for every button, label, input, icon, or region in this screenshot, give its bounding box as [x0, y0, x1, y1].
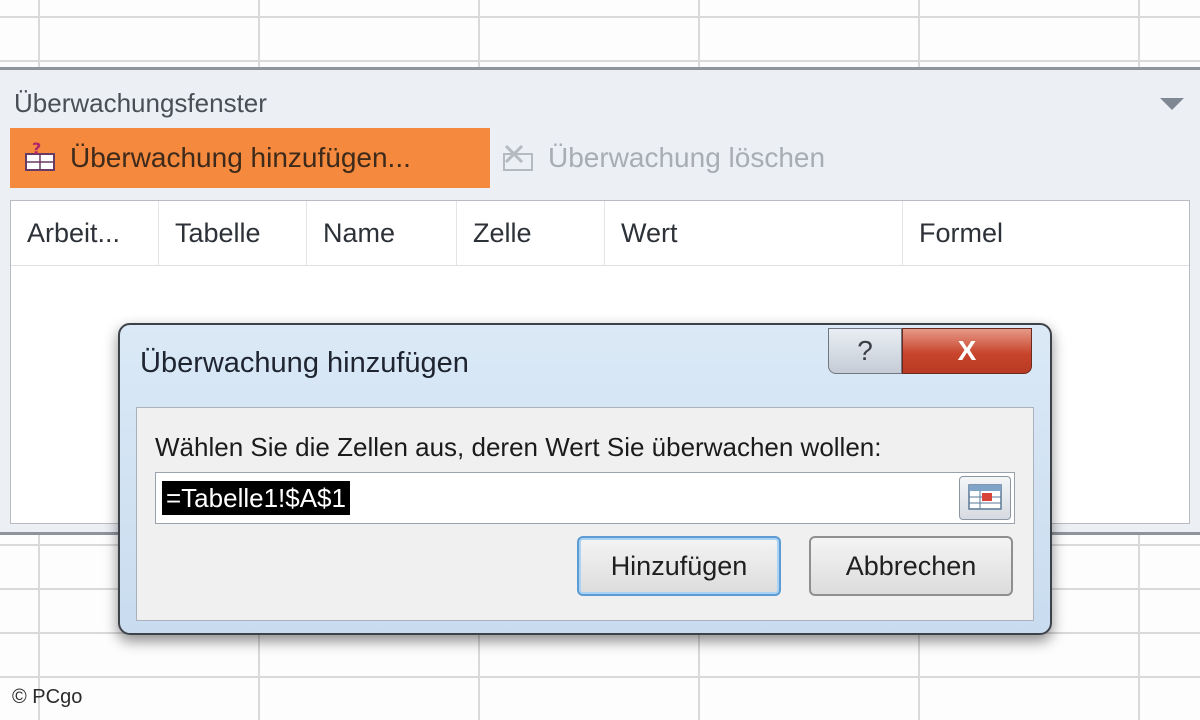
watch-list-header: Arbeit... Tabelle Name Zelle Wert Formel: [11, 201, 1189, 266]
column-header-cell[interactable]: Zelle: [457, 201, 605, 265]
column-header-value[interactable]: Wert: [605, 201, 903, 265]
column-header-sheet[interactable]: Tabelle: [159, 201, 307, 265]
cell-reference-value[interactable]: =Tabelle1!$A$1: [162, 481, 350, 515]
delete-watch-label: Überwachung löschen: [548, 142, 826, 173]
add-watch-button[interactable]: ? Überwachung hinzufügen...: [10, 128, 490, 188]
range-picker-button[interactable]: [959, 476, 1011, 520]
close-button[interactable]: X: [902, 328, 1032, 374]
column-header-workbook[interactable]: Arbeit...: [11, 201, 159, 265]
svg-text:?: ?: [32, 140, 41, 158]
watch-window-title: Überwachungsfenster: [14, 88, 267, 118]
delete-watch-button[interactable]: Überwachung löschen: [500, 128, 825, 188]
delete-watch-icon: [500, 140, 540, 176]
add-watch-icon: ?: [22, 139, 62, 176]
add-button[interactable]: Hinzufügen: [577, 536, 781, 596]
watermark: © PCgo: [12, 686, 83, 708]
cancel-button[interactable]: Abbrechen: [809, 536, 1013, 596]
range-picker-icon: [968, 484, 1002, 510]
add-watch-dialog: Überwachung hinzufügen ? X Wählen Sie di…: [118, 323, 1052, 635]
pane-options-icon[interactable]: [1160, 98, 1184, 110]
cell-reference-input[interactable]: =Tabelle1!$A$1: [155, 472, 1015, 524]
dialog-body: Wählen Sie die Zellen aus, deren Wert Si…: [136, 407, 1034, 621]
column-header-name[interactable]: Name: [307, 201, 457, 265]
dialog-title: Überwachung hinzufügen: [140, 347, 469, 379]
dialog-prompt: Wählen Sie die Zellen aus, deren Wert Si…: [155, 432, 882, 462]
add-watch-label: Überwachung hinzufügen...: [70, 142, 411, 173]
help-button[interactable]: ?: [828, 328, 902, 374]
column-header-formula[interactable]: Formel: [903, 201, 1189, 265]
